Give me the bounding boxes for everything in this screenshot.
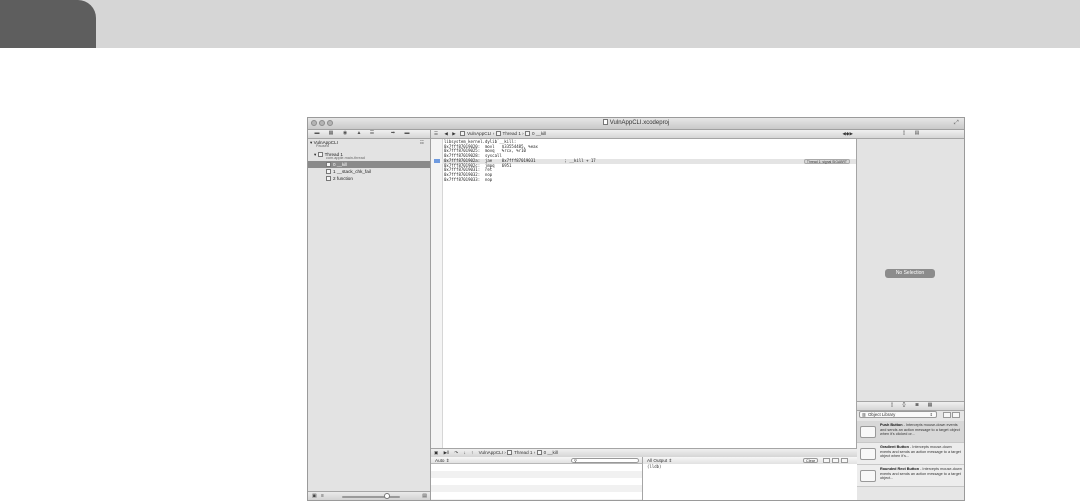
title-bar: VulnAppCLI.xcodeproj ⤢ bbox=[308, 118, 964, 130]
search-icon: ⚲ bbox=[574, 458, 577, 463]
library-select[interactable]: ▥ Object Library ⇕ bbox=[859, 411, 937, 418]
file-template-icon[interactable]: ▯ bbox=[889, 403, 895, 408]
variables-scope-select[interactable]: Auto ⇕ bbox=[435, 458, 450, 463]
list-icon[interactable]: ≡ bbox=[321, 493, 324, 499]
library-icon: ▥ bbox=[862, 412, 866, 417]
stack-frame-row[interactable]: 0 __kill bbox=[308, 161, 430, 168]
window-title: VulnAppCLI.xcodeproj bbox=[308, 118, 964, 129]
show-console-button[interactable] bbox=[841, 458, 848, 463]
library-item-text: Gradient Button - Intercepts mouse-down … bbox=[880, 445, 961, 459]
clear-console-button[interactable]: Clear bbox=[803, 458, 819, 463]
fullscreen-button[interactable]: ⤢ bbox=[954, 120, 961, 127]
stack-compression-slider[interactable] bbox=[342, 496, 400, 498]
hide-debug-area-icon[interactable]: ▣ bbox=[434, 450, 438, 455]
library-item[interactable]: Gradient Button - Intercepts mouse-down … bbox=[857, 443, 964, 465]
library-item[interactable]: Rounded Rect Button - Intercepts mouse-d… bbox=[857, 465, 964, 487]
gradient-button-icon bbox=[860, 448, 876, 460]
app-icon bbox=[460, 131, 466, 136]
media-library-icon[interactable]: ▦ bbox=[927, 403, 933, 408]
navigator-filter-bar: ▣ ≡ ▤ bbox=[308, 491, 430, 500]
continue-icon[interactable]: ▶‖ bbox=[444, 450, 449, 455]
editor-gutter[interactable] bbox=[431, 139, 443, 448]
search-icon[interactable]: ◉ bbox=[342, 131, 348, 136]
code-snippet-icon[interactable]: {} bbox=[901, 403, 907, 408]
log-icon[interactable]: ▬ bbox=[404, 131, 410, 136]
thread-signal-badge[interactable]: Thread 1: signal SIGABRT bbox=[803, 158, 850, 164]
warning-icon[interactable]: ▲ bbox=[356, 131, 362, 136]
project-file-icon bbox=[602, 119, 608, 125]
process-status: Paused bbox=[316, 144, 329, 148]
banner-tab bbox=[0, 0, 96, 48]
library-item[interactable]: Push Button - Intercepts mouse-down even… bbox=[857, 421, 964, 443]
jump-bar: ☰ ◀ ▶ VulnAppCLI › Thread 1 › 0 __kill ◀… bbox=[431, 130, 857, 139]
inspector-toolbar: ▯ ▤ bbox=[857, 130, 964, 139]
xcode-window: VulnAppCLI.xcodeproj ⤢ ▬ ▦ ◉ ▲ ☰ ➡ ▬ ▾ V… bbox=[307, 117, 965, 501]
disassembly-editor[interactable]: libsystem_kernel.dylib`__kill: 0x7fff870… bbox=[431, 139, 857, 448]
issue-nav-arrows-icon[interactable]: ◀◆▶ bbox=[842, 130, 853, 138]
inspector-area: No Selection bbox=[857, 139, 964, 401]
step-out-icon[interactable]: ↑ bbox=[471, 450, 473, 455]
no-selection-label: No Selection bbox=[885, 269, 935, 278]
debug-icon[interactable]: ☰ bbox=[369, 131, 375, 136]
slider-knob[interactable] bbox=[384, 493, 390, 499]
file-inspector-icon[interactable]: ▯ bbox=[901, 131, 907, 136]
frame-icon bbox=[525, 131, 530, 136]
chevron-updown-icon: ⇕ bbox=[929, 412, 933, 417]
debug-breadcrumb: VulnAppCLI › Thread 1 › 0 __kill bbox=[478, 450, 558, 455]
variables-search-input[interactable]: ⚲ bbox=[571, 458, 639, 463]
code-line: 0x7fff87019033: nop bbox=[444, 176, 493, 182]
show-both-button[interactable] bbox=[832, 458, 839, 463]
lldb-prompt: (lldb) bbox=[647, 464, 662, 469]
related-items-icon[interactable]: ☰ bbox=[434, 131, 438, 136]
program-counter-icon[interactable] bbox=[434, 159, 440, 163]
debug-navigator: ▬ ▦ ◉ ▲ ☰ ➡ ▬ ▾ VulnAppCLI ☷ Paused ▾ Th… bbox=[308, 130, 431, 500]
list-view-button[interactable] bbox=[952, 412, 960, 418]
stack-frame-row[interactable]: 1 __stack_chk_fail bbox=[308, 168, 430, 175]
thread-icon bbox=[507, 450, 513, 455]
step-over-icon[interactable]: ↷ bbox=[454, 450, 458, 455]
forward-arrow-icon[interactable]: ▶ bbox=[452, 131, 456, 136]
frame-icon bbox=[536, 450, 542, 455]
variables-header: Auto ⇕ ⚲ bbox=[431, 457, 643, 464]
expand-icon[interactable]: ▤ bbox=[422, 493, 427, 499]
console-view[interactable]: (lldb) bbox=[643, 464, 857, 500]
rounded-rect-button-icon bbox=[860, 470, 876, 482]
back-arrow-icon[interactable]: ◀ bbox=[444, 131, 448, 136]
symbol-icon[interactable]: ▦ bbox=[328, 131, 334, 136]
page-banner bbox=[0, 0, 1080, 48]
breakpoint-icon[interactable]: ➡ bbox=[390, 131, 396, 136]
icon-view-button[interactable] bbox=[943, 412, 951, 418]
show-variables-button[interactable] bbox=[823, 458, 830, 463]
utilities-pane: ▯ ▤ No Selection ▯ {} ◙ ▦ ▥ Object Libra… bbox=[857, 130, 964, 500]
variables-view[interactable] bbox=[431, 464, 643, 500]
object-library-icon[interactable]: ◙ bbox=[914, 403, 920, 408]
breadcrumb: VulnAppCLI › Thread 1 › 0 __kill bbox=[460, 131, 546, 136]
stack-frame-row[interactable]: 2 function bbox=[308, 175, 430, 182]
library-item-text: Push Button - Intercepts mouse-down even… bbox=[880, 423, 960, 437]
step-into-icon[interactable]: ↓ bbox=[463, 450, 465, 455]
library-toolbar: ▯ {} ◙ ▦ bbox=[857, 401, 964, 411]
folder-icon[interactable]: ▬ bbox=[314, 131, 320, 136]
frame-icon bbox=[326, 176, 331, 181]
library-item-text: Rounded Rect Button - Intercepts mouse-d… bbox=[880, 467, 962, 481]
frame-icon bbox=[326, 169, 331, 174]
navigator-toolbar: ▬ ▦ ◉ ▲ ☰ ➡ ▬ bbox=[308, 130, 430, 139]
thread-icon bbox=[495, 131, 501, 136]
quick-help-icon[interactable]: ▤ bbox=[914, 131, 920, 136]
push-button-icon bbox=[860, 426, 876, 438]
frame-icon bbox=[326, 162, 331, 167]
add-icon[interactable]: ▣ bbox=[312, 493, 317, 499]
console-output-select[interactable]: All Output ⇕ bbox=[647, 458, 672, 463]
